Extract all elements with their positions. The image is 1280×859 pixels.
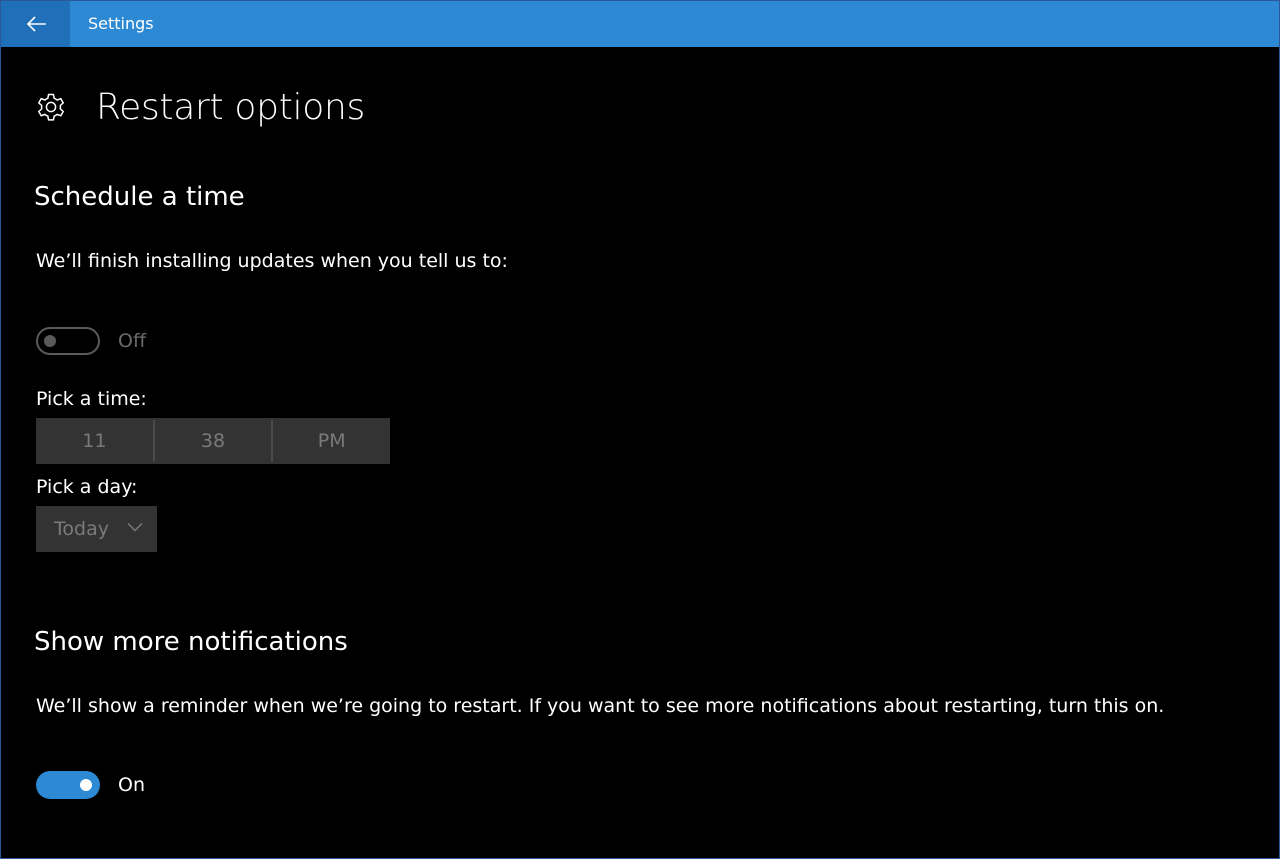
schedule-toggle[interactable] [36, 327, 100, 355]
notifications-toggle[interactable] [36, 771, 100, 799]
schedule-heading: Schedule a time [34, 182, 245, 212]
notifications-toggle-state: On [118, 774, 145, 796]
page-header: Restart options [34, 85, 365, 129]
notifications-description: We’ll show a reminder when we’re going t… [36, 695, 1165, 717]
arrow-left-icon [26, 16, 46, 32]
settings-window: Settings Restart options Schedule a time… [0, 0, 1280, 859]
day-dropdown-value: Today [54, 518, 109, 540]
back-button[interactable] [1, 1, 70, 47]
toggle-knob [44, 335, 56, 347]
gear-icon [34, 90, 68, 124]
app-title: Settings [88, 14, 154, 33]
pick-day-label: Pick a day: [36, 476, 138, 498]
time-period[interactable]: PM [273, 418, 390, 464]
title-bar: Settings [1, 1, 1279, 47]
notifications-toggle-row: On [36, 769, 145, 801]
schedule-toggle-row: Off [36, 325, 146, 357]
schedule-description: We’ll finish installing updates when you… [36, 250, 508, 272]
time-minute[interactable]: 38 [155, 418, 272, 464]
pick-time-label: Pick a time: [36, 388, 147, 410]
time-hour[interactable]: 11 [36, 418, 153, 464]
chevron-down-icon [127, 522, 143, 532]
day-dropdown[interactable]: Today [36, 506, 157, 552]
notifications-heading: Show more notifications [34, 627, 348, 657]
schedule-toggle-state: Off [118, 330, 147, 352]
time-picker[interactable]: 11 38 PM [36, 418, 390, 464]
page-title: Restart options [96, 86, 365, 128]
toggle-knob [80, 779, 92, 791]
